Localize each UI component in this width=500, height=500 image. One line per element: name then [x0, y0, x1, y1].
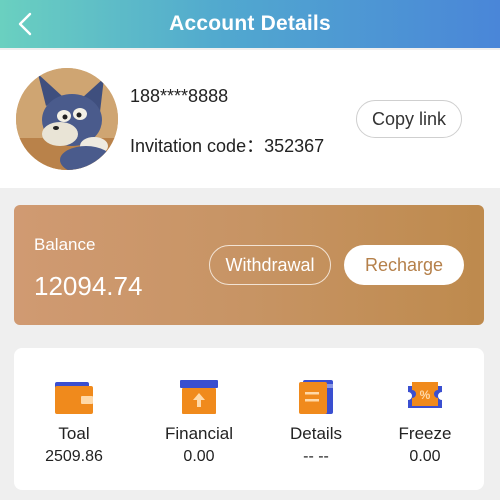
stat-details[interactable]: Details -- --: [266, 348, 366, 490]
upload-box-icon: [180, 380, 218, 414]
back-button[interactable]: [12, 10, 40, 38]
withdrawal-button[interactable]: Withdrawal: [209, 245, 331, 285]
balance-card: Balance 12094.74 Withdrawal Recharge: [14, 205, 484, 325]
balance-value: 12094.74: [34, 271, 143, 301]
chevron-left-icon: [18, 12, 32, 36]
stat-freeze[interactable]: % Freeze 0.00: [375, 348, 475, 490]
page-title: Account Details: [169, 12, 331, 35]
stat-label: Details: [290, 424, 342, 443]
app-header: Account Details: [0, 0, 500, 48]
profile-card: 188****8888 Invitation code：352367 Copy …: [0, 50, 500, 188]
stat-value: 0.00: [409, 448, 441, 465]
wallet-icon: [55, 382, 93, 414]
stat-label: Financial: [164, 424, 234, 443]
stat-value: 0.00: [183, 448, 215, 465]
recharge-button[interactable]: Recharge: [344, 245, 464, 285]
svg-text:%: %: [420, 388, 431, 402]
stat-financial[interactable]: Financial 0.00: [149, 348, 249, 490]
stat-value: 2509.86: [45, 448, 103, 465]
stat-label: Freeze: [398, 424, 452, 443]
coupon-icon: %: [408, 382, 442, 408]
avatar[interactable]: [16, 68, 118, 170]
phone-number: 188****8888: [130, 86, 229, 106]
stats-card: Toal 2509.86 Financial 0.00 Details -- -…: [14, 348, 484, 490]
copy-link-button[interactable]: Copy link: [356, 100, 462, 138]
stat-value: -- --: [303, 448, 329, 465]
balance-label: Balance: [34, 235, 96, 254]
stat-label: Toal: [58, 424, 90, 443]
invitation-code: Invitation code：352367: [130, 136, 325, 156]
ledger-icon: [299, 380, 333, 414]
stat-total[interactable]: Toal 2509.86: [24, 348, 124, 490]
cat-avatar-icon: [16, 68, 118, 170]
